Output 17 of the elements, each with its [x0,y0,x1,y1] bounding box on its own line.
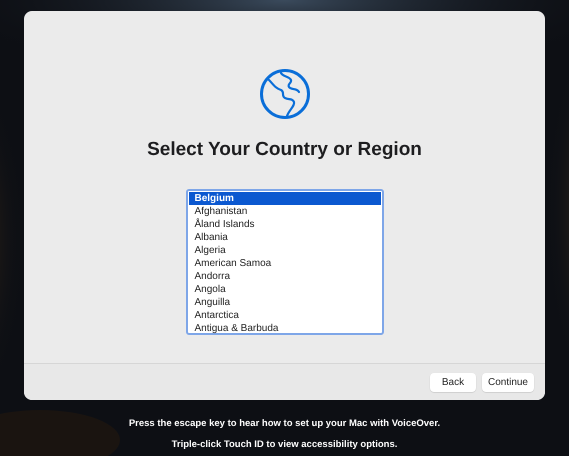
country-item[interactable]: Anguilla [188,296,380,309]
country-item[interactable]: Åland Islands [188,218,380,231]
country-item[interactable]: Angola [188,283,380,296]
country-item[interactable]: Afghanistan [188,205,380,218]
country-item[interactable]: Algeria [188,244,380,257]
continue-button[interactable]: Continue [482,372,534,392]
country-item[interactable]: American Samoa [188,257,380,270]
screen-title: Select Your Country or Region [147,138,422,162]
country-item[interactable]: Andorra [188,270,380,283]
country-item[interactable]: Belgium [188,192,380,205]
country-item[interactable]: Albania [188,231,380,244]
country-item[interactable]: Antarctica [188,309,380,322]
globe-icon [258,68,310,120]
hint-text: Triple-click Touch ID to view accessibility options. [172,439,398,450]
country-item[interactable]: Antigua & Barbuda [188,322,380,335]
back-button[interactable]: Back [430,372,476,392]
hint-text: Press the escape key to hear how to set up your Mac with VoiceOver. [128,418,440,429]
